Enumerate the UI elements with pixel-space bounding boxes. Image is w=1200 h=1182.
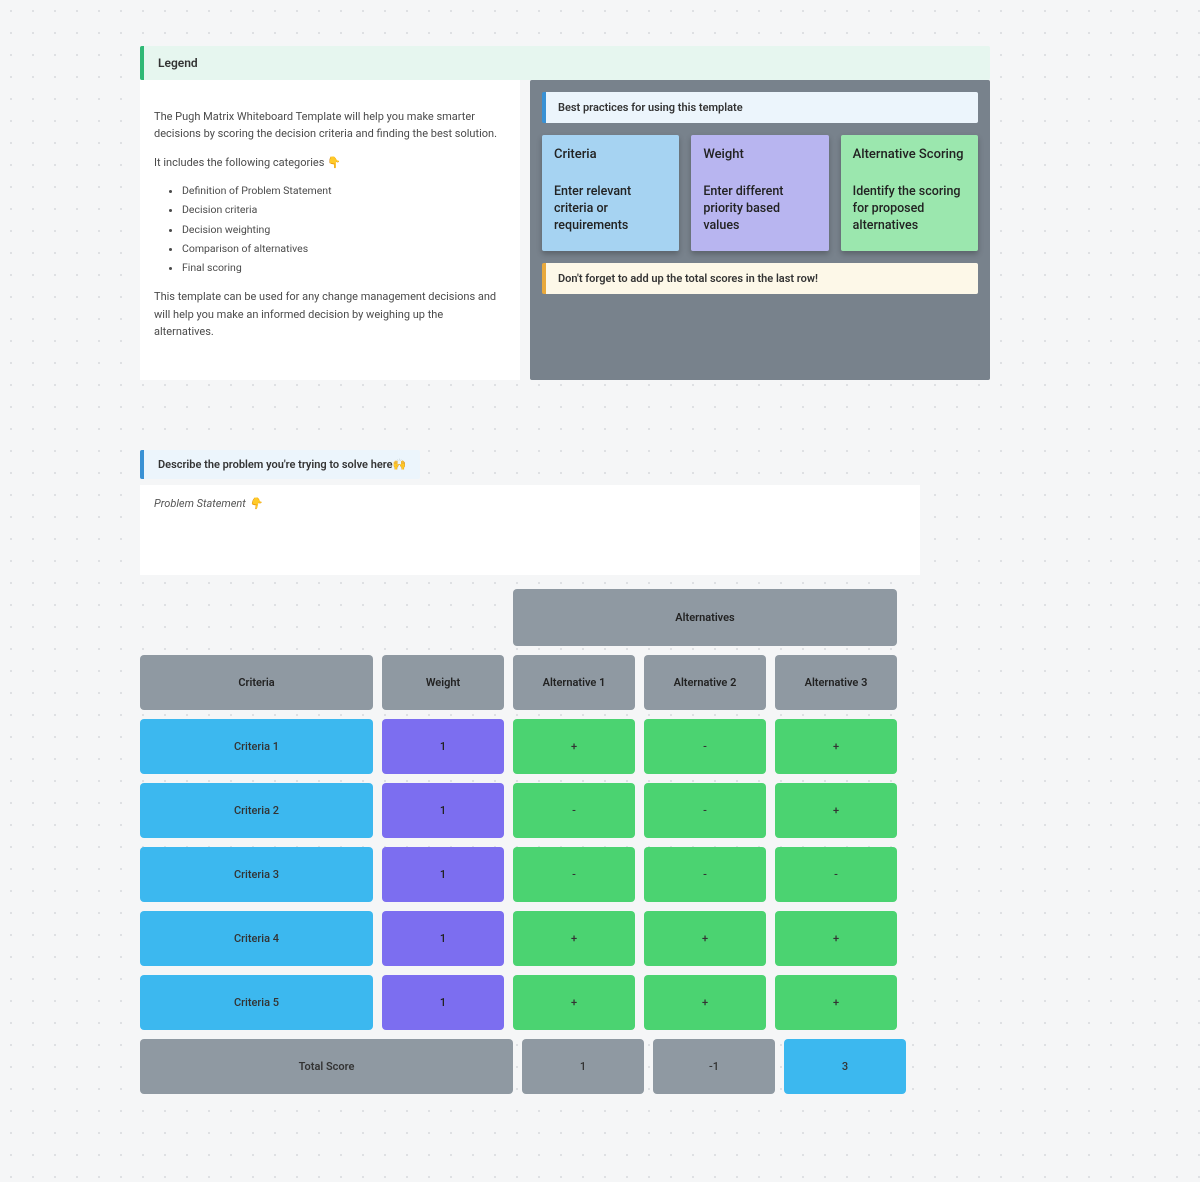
criteria-cell[interactable]: Criteria 3	[140, 847, 373, 902]
description-categories-list: Definition of Problem Statement Decision…	[154, 183, 500, 276]
score-cell[interactable]: -	[775, 847, 897, 902]
header-alt1: Alternative 1	[513, 655, 635, 710]
problem-placeholder: Problem Statement 👇	[154, 497, 262, 510]
best-practices-footer-text: Don't forget to add up the total scores …	[558, 272, 818, 285]
score-cell[interactable]: +	[644, 911, 766, 966]
score-cell[interactable]: +	[513, 719, 635, 774]
score-cell[interactable]: -	[513, 783, 635, 838]
list-item: Definition of Problem Statement	[182, 183, 500, 199]
sticky-title: Weight	[703, 147, 816, 162]
score-cell[interactable]: -	[513, 847, 635, 902]
problem-label-text: Describe the problem you're trying to so…	[158, 458, 406, 471]
problem-statement-box[interactable]: Problem Statement 👇	[140, 485, 920, 575]
weight-cell[interactable]: 1	[382, 783, 504, 838]
description-outro: This template can be used for any change…	[154, 288, 500, 339]
matrix-row: Criteria 5 1 + + +	[140, 975, 920, 1030]
list-item: Decision criteria	[182, 202, 500, 218]
legend-title: Legend	[158, 56, 198, 70]
list-item: Final scoring	[182, 260, 500, 276]
best-practices-header-text: Best practices for using this template	[558, 101, 743, 114]
best-practices-header: Best practices for using this template	[542, 92, 978, 123]
problem-label: Describe the problem you're trying to so…	[140, 450, 420, 479]
total-alt2: -1	[653, 1039, 775, 1094]
total-alt3: 3	[784, 1039, 906, 1094]
matrix-row-total: Total Score 1 -1 3	[140, 1039, 920, 1094]
intro-row: The Pugh Matrix Whiteboard Template will…	[140, 80, 990, 380]
header-alt3: Alternative 3	[775, 655, 897, 710]
description-intro: The Pugh Matrix Whiteboard Template will…	[154, 108, 500, 142]
criteria-cell[interactable]: Criteria 5	[140, 975, 373, 1030]
weight-cell[interactable]: 1	[382, 975, 504, 1030]
matrix-row: Criteria 1 1 + - +	[140, 719, 920, 774]
score-cell[interactable]: +	[775, 975, 897, 1030]
matrix-row-column-headers: Criteria Weight Alternative 1 Alternativ…	[140, 655, 920, 710]
sticky-body: Identify the scoring for proposed altern…	[853, 184, 966, 235]
matrix-row: Criteria 3 1 - - -	[140, 847, 920, 902]
sticky-alternative-scoring[interactable]: Alternative Scoring Identify the scoring…	[841, 135, 978, 251]
score-cell[interactable]: +	[644, 975, 766, 1030]
header-alt2: Alternative 2	[644, 655, 766, 710]
total-score-label: Total Score	[140, 1039, 513, 1094]
matrix-row-alternatives-header: Alternatives	[140, 589, 920, 646]
header-criteria: Criteria	[140, 655, 373, 710]
criteria-cell[interactable]: Criteria 4	[140, 911, 373, 966]
sticky-title: Criteria	[554, 147, 667, 162]
score-cell[interactable]: +	[775, 783, 897, 838]
score-cell[interactable]: -	[644, 783, 766, 838]
sticky-body: Enter relevant criteria or requirements	[554, 184, 667, 235]
list-item: Decision weighting	[182, 222, 500, 238]
sticky-title: Alternative Scoring	[853, 147, 966, 162]
header-alternatives-text: Alternatives	[675, 611, 734, 624]
legend-banner: Legend	[140, 46, 990, 80]
weight-cell[interactable]: 1	[382, 911, 504, 966]
description-includes-label: It includes the following categories 👇	[154, 154, 500, 171]
score-cell[interactable]: +	[513, 911, 635, 966]
sticky-notes-row: Criteria Enter relevant criteria or requ…	[542, 135, 978, 251]
score-cell[interactable]: -	[644, 719, 766, 774]
description-card: The Pugh Matrix Whiteboard Template will…	[140, 80, 520, 380]
matrix-row: Criteria 2 1 - - +	[140, 783, 920, 838]
total-alt1: 1	[522, 1039, 644, 1094]
score-cell[interactable]: -	[644, 847, 766, 902]
score-cell[interactable]: +	[775, 911, 897, 966]
sticky-body: Enter different priority based values	[703, 184, 816, 235]
criteria-cell[interactable]: Criteria 2	[140, 783, 373, 838]
weight-cell[interactable]: 1	[382, 719, 504, 774]
weight-cell[interactable]: 1	[382, 847, 504, 902]
best-practices-footer: Don't forget to add up the total scores …	[542, 263, 978, 294]
pugh-matrix: Alternatives Criteria Weight Alternative…	[140, 589, 920, 1094]
score-cell[interactable]: +	[513, 975, 635, 1030]
matrix-row: Criteria 4 1 + + +	[140, 911, 920, 966]
sticky-criteria[interactable]: Criteria Enter relevant criteria or requ…	[542, 135, 679, 251]
header-alternatives: Alternatives	[513, 589, 897, 646]
best-practices-card: Best practices for using this template C…	[530, 80, 990, 380]
score-cell[interactable]: +	[775, 719, 897, 774]
criteria-cell[interactable]: Criteria 1	[140, 719, 373, 774]
list-item: Comparison of alternatives	[182, 241, 500, 257]
header-weight: Weight	[382, 655, 504, 710]
sticky-weight[interactable]: Weight Enter different priority based va…	[691, 135, 828, 251]
